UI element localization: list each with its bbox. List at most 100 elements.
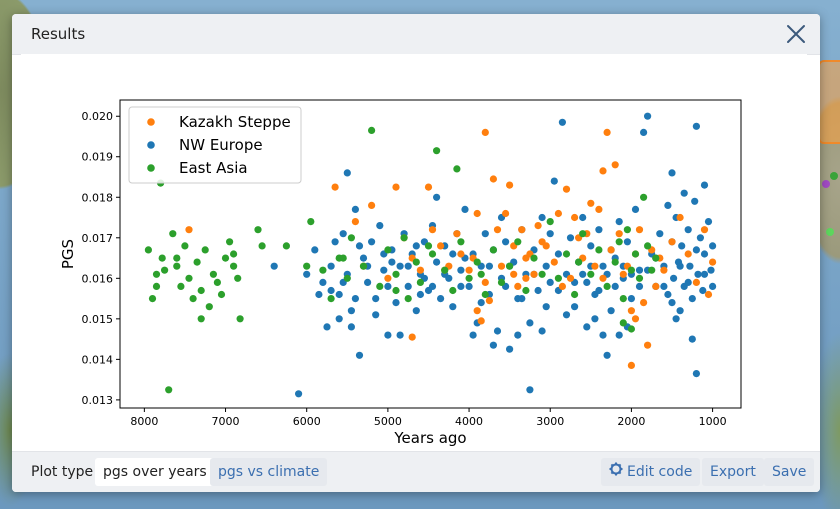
map-region-highlight[interactable]	[818, 60, 840, 144]
data-point	[583, 278, 591, 286]
data-point	[481, 290, 489, 299]
data-point	[347, 323, 355, 331]
data-point	[640, 193, 648, 201]
data-point	[311, 246, 319, 254]
data-point	[355, 242, 364, 250]
data-point	[493, 327, 502, 335]
data-point	[343, 274, 351, 282]
data-point	[217, 290, 226, 299]
map-marker[interactable]	[826, 228, 834, 236]
data-point	[554, 250, 563, 258]
data-point	[670, 274, 678, 282]
data-point	[615, 218, 623, 226]
data-point	[327, 295, 335, 303]
data-point	[684, 278, 692, 286]
data-point	[707, 266, 715, 274]
data-point	[660, 282, 668, 290]
data-point	[372, 311, 380, 319]
data-point	[230, 250, 238, 258]
export-button[interactable]: Export	[702, 458, 764, 486]
plot-type-option-pgs-vs-climate[interactable]: pgs vs climate	[210, 458, 328, 486]
data-point	[392, 183, 400, 191]
data-point	[497, 262, 506, 270]
data-point	[668, 238, 676, 246]
data-point	[526, 386, 534, 394]
data-point	[619, 319, 627, 327]
legend-marker	[147, 164, 155, 172]
data-point	[185, 226, 193, 234]
data-point	[465, 266, 473, 274]
data-point	[680, 189, 688, 197]
data-point	[213, 278, 221, 286]
data-point	[700, 226, 709, 234]
x-tick-label: 1000	[699, 415, 727, 428]
data-point	[599, 167, 607, 175]
data-point	[197, 315, 205, 323]
data-point	[457, 266, 465, 274]
data-point	[433, 193, 441, 201]
y-tick-label: 0.013	[82, 394, 114, 407]
dialog-header: Results	[12, 14, 820, 55]
data-point	[404, 262, 412, 270]
data-point	[566, 274, 575, 282]
data-point	[534, 286, 542, 295]
data-point	[599, 262, 607, 270]
data-point	[700, 270, 709, 278]
x-tick-label: 8000	[130, 415, 158, 428]
data-point	[359, 254, 368, 262]
data-point	[236, 315, 244, 323]
data-point	[441, 266, 449, 274]
data-point	[461, 205, 469, 213]
data-point	[518, 295, 526, 303]
data-point	[599, 331, 607, 339]
data-point	[169, 230, 177, 238]
data-point	[493, 226, 502, 234]
data-point	[477, 317, 485, 325]
data-point	[668, 299, 676, 307]
data-point	[209, 270, 217, 278]
plot-type-option-pgs-over-years[interactable]: pgs over years	[95, 458, 215, 486]
data-point	[372, 295, 380, 303]
data-point	[144, 246, 152, 254]
data-point	[433, 147, 441, 155]
data-point	[635, 274, 644, 282]
data-point	[307, 218, 315, 226]
data-point	[392, 270, 400, 278]
data-point	[473, 209, 481, 218]
map-marker[interactable]	[830, 172, 838, 180]
data-point	[607, 246, 615, 254]
data-point	[640, 128, 648, 136]
data-point	[571, 213, 579, 222]
data-point	[676, 213, 684, 222]
data-point	[327, 286, 335, 295]
data-point	[481, 230, 489, 238]
edit-code-button[interactable]: Edit code	[601, 458, 701, 486]
data-point	[158, 254, 166, 262]
data-point	[331, 238, 339, 246]
data-point	[709, 242, 717, 250]
map-marker[interactable]	[822, 180, 830, 188]
save-button[interactable]: Save	[764, 458, 815, 486]
data-point	[481, 128, 489, 136]
data-point	[384, 274, 392, 282]
data-point	[623, 226, 632, 234]
data-point	[631, 250, 640, 258]
data-point	[428, 226, 437, 234]
close-button[interactable]	[784, 22, 808, 46]
data-point	[627, 307, 636, 315]
data-point	[449, 286, 457, 295]
data-point	[530, 254, 538, 262]
data-point	[173, 262, 181, 270]
data-point	[303, 270, 311, 278]
data-point	[595, 246, 603, 254]
data-point	[631, 315, 640, 323]
data-point	[542, 242, 550, 250]
data-point	[489, 175, 497, 183]
data-point	[694, 270, 702, 278]
data-point	[660, 266, 668, 274]
dialog-footer: Plot type pgs over years pgs vs climate …	[12, 451, 820, 492]
data-point	[339, 230, 347, 238]
data-point	[579, 230, 587, 238]
data-point	[489, 341, 497, 349]
plot-area: 8000 7000 6000 5000 4000 3000 2000 1000 0.013 0.…	[21, 54, 807, 451]
